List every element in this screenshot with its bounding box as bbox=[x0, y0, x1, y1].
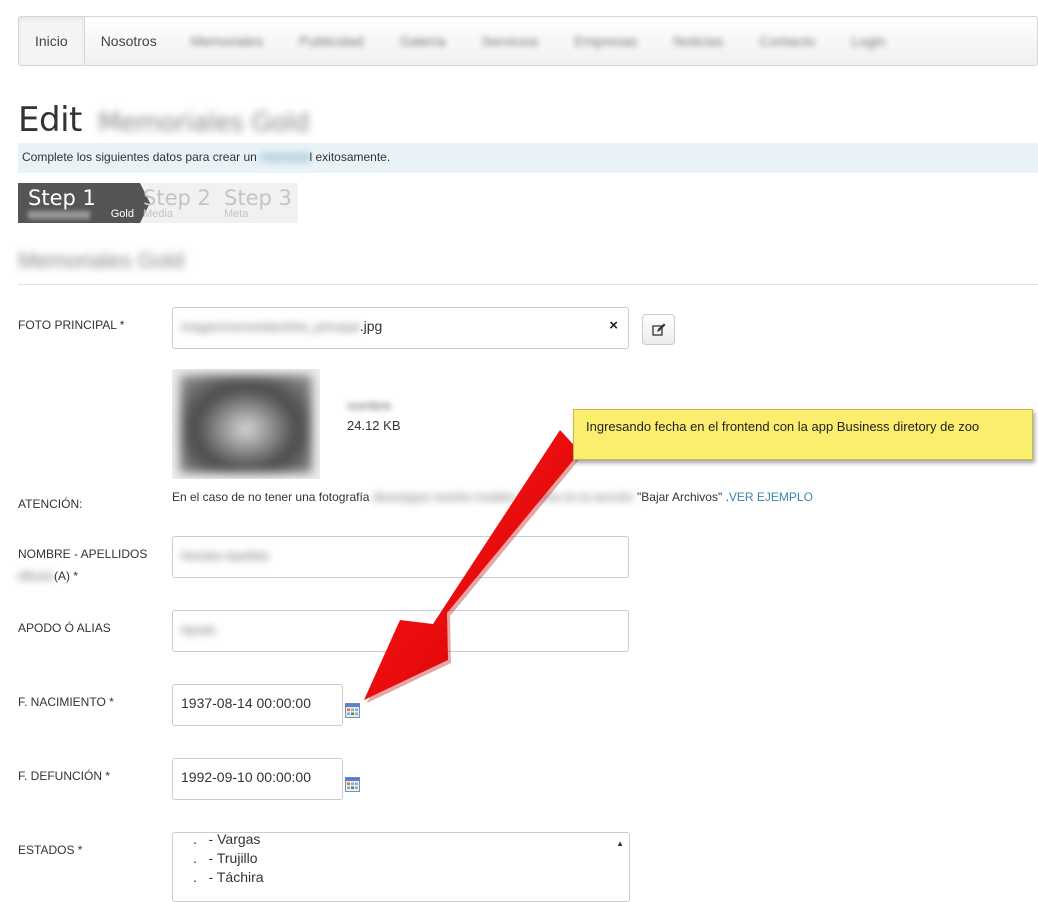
photo-preview bbox=[172, 369, 320, 479]
info-text-suffix: l exitosamente. bbox=[309, 150, 391, 164]
nav-item-inicio[interactable]: Inicio bbox=[19, 17, 85, 65]
nav-item-noticias[interactable]: Noticias bbox=[655, 17, 741, 65]
step-1-sub-blurred bbox=[28, 211, 90, 219]
state-option-tachira[interactable]: . - Táchira bbox=[173, 868, 264, 887]
nav-item-galeria[interactable]: Galería bbox=[382, 17, 464, 65]
clear-icon[interactable]: × bbox=[609, 317, 618, 334]
annotation-callout: Ingresando fecha en el frontend con la a… bbox=[573, 409, 1033, 460]
photo-file-ext: .jpg bbox=[359, 318, 383, 334]
scroll-up-arrow-icon[interactable]: ▲ bbox=[616, 839, 624, 848]
birth-date-label: F. NACIMIENTO * bbox=[18, 695, 114, 709]
nav-item-publicidad[interactable]: Publicidad bbox=[281, 17, 382, 65]
page-title-text: Edit bbox=[18, 100, 82, 140]
death-date-field[interactable]: 1992-09-10 00:00:00 bbox=[172, 758, 343, 800]
nav-item-servicios[interactable]: Servicios bbox=[464, 17, 557, 65]
step-3-sub: Meta bbox=[224, 208, 249, 220]
wizard-steps: Step 1 Gold Step 2 Media Step 3 Meta bbox=[18, 183, 298, 223]
alias-label: APODO Ó ALIAS bbox=[18, 621, 111, 635]
step-2[interactable]: Step 2 Media bbox=[143, 183, 221, 223]
name-label-suffix: (A) * bbox=[54, 569, 79, 583]
name-value-blurred: Nombre Apellido bbox=[181, 549, 270, 563]
alias-field[interactable]: Apodo bbox=[172, 610, 629, 652]
step-1-sub: Gold bbox=[110, 208, 134, 220]
info-text-prefix: Complete los siguientes datos para crear… bbox=[22, 150, 257, 164]
info-message: Complete los siguientes datos para crear… bbox=[18, 143, 1038, 173]
alias-value-blurred: Apodo bbox=[181, 623, 216, 637]
name-field[interactable]: Nombre Apellido bbox=[172, 536, 629, 578]
annotation-text: Ingresando fecha en el frontend con la a… bbox=[586, 419, 980, 434]
attention-note: En el caso de no tener una fotografía de… bbox=[172, 490, 813, 504]
state-option-vargas[interactable]: . - Vargas bbox=[173, 833, 264, 849]
info-text-blurred: memorial bbox=[260, 150, 310, 164]
nav-item-memoriales[interactable]: Memoriales bbox=[173, 17, 281, 65]
page-title: Edit Memoriales Gold bbox=[18, 100, 309, 140]
file-size: 24.12 KB bbox=[347, 418, 401, 433]
states-label: ESTADOS * bbox=[18, 843, 83, 857]
attention-label: ATENCIÓN: bbox=[18, 497, 83, 511]
page-title-blurred: Memoriales Gold bbox=[98, 108, 309, 138]
state-option-trujillo[interactable]: . - Trujillo bbox=[173, 849, 264, 868]
attention-text-prefix: En el caso de no tener una fotografía bbox=[172, 490, 370, 504]
nav-item-nosotros[interactable]: Nosotros bbox=[85, 17, 173, 65]
edit-icon bbox=[651, 323, 665, 336]
main-nav: Inicio Nosotros Memoriales Publicidad Ga… bbox=[18, 16, 1038, 66]
nav-item-empresas[interactable]: Empresas bbox=[556, 17, 655, 65]
photo-file-path-blurred: images/memoriales/foto_principal bbox=[181, 320, 360, 334]
step-3-name: Step 3 bbox=[224, 186, 292, 210]
photo-file-input[interactable]: images/memoriales/foto_principal.jpg × bbox=[172, 307, 629, 349]
divider bbox=[18, 284, 1038, 285]
step-2-sub: Media bbox=[143, 208, 173, 220]
step-3[interactable]: Step 3 Meta bbox=[224, 183, 298, 223]
ver-ejemplo-link[interactable]: VER EJEMPLO bbox=[729, 490, 813, 504]
step-2-name: Step 2 bbox=[143, 186, 211, 210]
file-name-blurred: nombre bbox=[347, 398, 392, 413]
states-multiselect[interactable]: . - Vargas . - Trujillo . - Táchira ▲ bbox=[172, 832, 630, 902]
step-1[interactable]: Step 1 Gold bbox=[18, 183, 150, 223]
name-label-text: NOMBRE - APELLIDOS bbox=[18, 547, 148, 561]
attention-text-blurred: descargue nuestro modelo de ficha en la … bbox=[372, 490, 634, 504]
nav-item-login[interactable]: Login bbox=[833, 17, 903, 65]
section-title: Memoriales Gold bbox=[18, 248, 185, 273]
calendar-icon[interactable] bbox=[345, 703, 360, 718]
death-date-label: F. DEFUNCIÓN * bbox=[18, 769, 111, 783]
photo-label: FOTO PRINCIPAL * bbox=[18, 318, 125, 332]
edit-file-button[interactable] bbox=[642, 314, 675, 345]
name-label: NOMBRE - APELLIDOS difunto(A) * bbox=[18, 543, 147, 587]
nav-item-contacto[interactable]: Contacto bbox=[741, 17, 833, 65]
step-1-name: Step 1 bbox=[28, 186, 96, 210]
birth-date-field[interactable]: 1937-08-14 00:00:00 bbox=[172, 684, 343, 726]
calendar-icon[interactable] bbox=[345, 777, 360, 792]
attention-text-suffix: "Bajar Archivos" . bbox=[637, 490, 729, 504]
name-label-blurred: difunto bbox=[18, 569, 55, 583]
